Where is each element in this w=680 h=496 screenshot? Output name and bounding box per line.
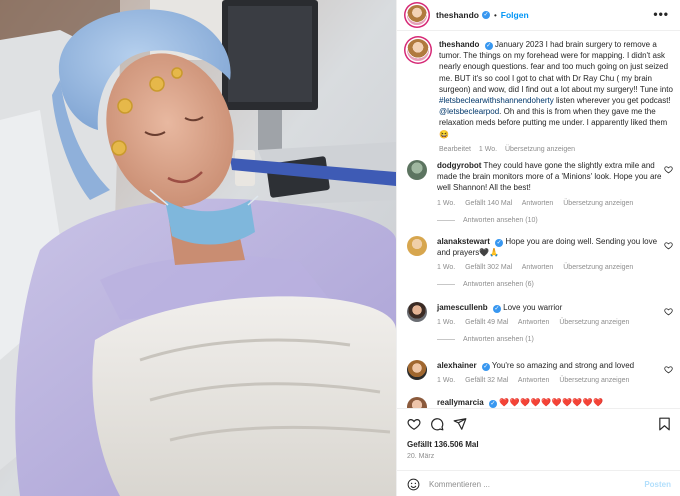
caption-mention-link[interactable]: @letsbeclearpod xyxy=(439,107,499,116)
commenter-avatar[interactable] xyxy=(407,302,427,322)
comment-reply-button[interactable]: Antworten xyxy=(522,200,554,207)
commenter-avatar[interactable] xyxy=(407,236,427,256)
view-replies-button[interactable]: Antworten ansehen (1) xyxy=(437,336,665,343)
commenter-avatar[interactable] xyxy=(407,160,427,180)
post-photo[interactable] xyxy=(0,0,396,496)
comment-text: jamescullenb ✓ Love you warrior xyxy=(437,302,665,313)
comment-body: Love you warrior xyxy=(503,303,563,312)
commenter-username[interactable]: alexhainer xyxy=(437,361,477,370)
comment-reply-button[interactable]: Antworten xyxy=(522,264,554,271)
comment-meta: 1 Wo. Gefällt 302 Mal Antworten Übersetz… xyxy=(437,264,665,271)
verified-badge-icon: ✓ xyxy=(484,42,493,50)
caption-username[interactable]: theshando xyxy=(439,40,479,49)
like-heart-icon[interactable] xyxy=(407,417,421,431)
comment-bubble-icon[interactable] xyxy=(430,417,444,431)
verified-badge-icon: ✓ xyxy=(481,363,490,371)
verified-badge-icon: ✓ xyxy=(481,11,490,19)
commenter-username[interactable]: jamescullenb xyxy=(437,303,488,312)
comment-translate-link[interactable]: Übersetzung anzeigen xyxy=(559,319,629,326)
comment-text: dodgyrobot They could have gone the slig… xyxy=(437,160,665,194)
commenter-username[interactable]: alanakstewart xyxy=(437,237,490,246)
comment-meta: 1 Wo. Gefällt 32 Mal Antworten Übersetzu… xyxy=(437,377,665,384)
caption-text: theshando ✓ January 2023 I had brain sur… xyxy=(439,39,673,140)
replies-line xyxy=(437,284,455,286)
verified-badge-icon: ✓ xyxy=(488,400,497,408)
commenter-username[interactable]: reallymarcia xyxy=(437,398,484,407)
action-icons xyxy=(407,417,467,431)
post-header: theshando ✓ • Folgen ••• xyxy=(397,0,680,31)
comment-likes[interactable]: Gefällt 302 Mal xyxy=(465,264,512,271)
comment-reply-button[interactable]: Antworten xyxy=(518,319,550,326)
comment-item: alexhainer ✓ You're so amazing and stron… xyxy=(407,360,677,384)
comment-age[interactable]: 1 Wo. xyxy=(437,377,455,384)
post-comment-button[interactable]: Posten xyxy=(644,480,671,489)
post-likes-count[interactable]: Gefällt 136.506 Mal xyxy=(407,440,479,449)
comment-text: alanakstewart ✓ Hope you are doing well.… xyxy=(437,236,665,258)
instagram-post-modal: theshando ✓ • Folgen ••• theshando ✓ Jan… xyxy=(0,0,680,496)
comment-translate-link[interactable]: Übersetzung anzeigen xyxy=(559,377,629,384)
replies-line xyxy=(437,219,455,221)
comment-translate-link[interactable]: Übersetzung anzeigen xyxy=(563,200,633,207)
comment-body: ❤️❤️❤️❤️❤️❤️❤️❤️❤️❤️ xyxy=(499,398,604,407)
caption-hashtag-link[interactable]: #letsbeclearwithshannendoherty xyxy=(439,96,554,105)
post-date[interactable]: 20. März xyxy=(407,453,434,460)
comment-age[interactable]: 1 Wo. xyxy=(437,200,455,207)
verified-badge-icon: ✓ xyxy=(495,239,504,247)
comment-text: alexhainer ✓ You're so amazing and stron… xyxy=(437,360,665,371)
view-replies-button[interactable]: Antworten ansehen (10) xyxy=(437,217,665,224)
comment-translate-link[interactable]: Übersetzung anzeigen xyxy=(563,264,633,271)
comment-likes[interactable]: Gefällt 140 Mal xyxy=(465,200,512,207)
author-avatar[interactable] xyxy=(407,5,427,25)
comment-item: reallymarcia ✓ ❤️❤️❤️❤️❤️❤️❤️❤️❤️❤️ xyxy=(407,397,677,408)
caption-meta: Bearbeitet 1 Wo. Übersetzung anzeigen xyxy=(439,146,673,153)
author-username[interactable]: theshando xyxy=(436,10,479,20)
comment-item: jamescullenb ✓ Love you warrior 1 Wo. Ge… xyxy=(407,302,677,343)
verified-badge-icon: ✓ xyxy=(492,305,501,313)
edited-label: Bearbeitet xyxy=(439,145,471,153)
follow-button[interactable]: Folgen xyxy=(501,10,529,20)
add-comment-bar: Posten xyxy=(397,470,680,496)
save-bookmark-icon[interactable] xyxy=(658,417,671,431)
replies-line xyxy=(437,339,455,341)
like-comment-heart-icon[interactable] xyxy=(664,307,673,316)
view-replies-label: Antworten ansehen (6) xyxy=(463,281,534,289)
comment-input[interactable] xyxy=(429,479,645,489)
translate-link[interactable]: Übersetzung anzeigen xyxy=(505,146,575,153)
commenter-username[interactable]: dodgyrobot xyxy=(437,161,481,170)
post-caption: theshando ✓ January 2023 I had brain sur… xyxy=(407,39,673,153)
comment-likes[interactable]: Gefällt 32 Mal xyxy=(465,377,508,384)
comments-scroll-area[interactable]: theshando ✓ January 2023 I had brain sur… xyxy=(397,31,680,408)
like-comment-heart-icon[interactable] xyxy=(664,365,673,374)
commenter-avatar[interactable] xyxy=(407,397,427,408)
comment-likes[interactable]: Gefällt 49 Mal xyxy=(465,319,508,326)
comment-age[interactable]: 1 Wo. xyxy=(437,264,455,271)
view-replies-label: Antworten ansehen (10) xyxy=(463,216,538,224)
separator-dot: • xyxy=(493,10,497,20)
view-replies-label: Antworten ansehen (1) xyxy=(463,336,534,344)
post-side-panel: theshando ✓ • Folgen ••• theshando ✓ Jan… xyxy=(396,0,680,496)
comment-body: You're so amazing and strong and loved xyxy=(491,361,635,370)
comment-age[interactable]: 1 Wo. xyxy=(437,319,455,326)
share-paper-plane-icon[interactable] xyxy=(453,417,467,431)
comment-text: reallymarcia ✓ ❤️❤️❤️❤️❤️❤️❤️❤️❤️❤️ xyxy=(437,397,665,408)
caption-age[interactable]: 1 Wo. xyxy=(479,146,497,153)
caption-body-mid: listen wherever you get podcast! xyxy=(553,96,671,106)
emoji-icon[interactable] xyxy=(407,478,420,491)
like-comment-heart-icon[interactable] xyxy=(664,241,673,250)
comment-reply-button[interactable]: Antworten xyxy=(518,377,550,384)
commenter-avatar[interactable] xyxy=(407,360,427,380)
comment-meta: 1 Wo. Gefällt 140 Mal Antworten Übersetz… xyxy=(437,200,665,207)
post-actions: Gefällt 136.506 Mal 20. März Posten xyxy=(397,408,680,496)
caption-avatar[interactable] xyxy=(407,39,429,61)
comment-item: dodgyrobot They could have gone the slig… xyxy=(407,160,677,224)
comment-item: alanakstewart ✓ Hope you are doing well.… xyxy=(407,236,677,288)
like-comment-heart-icon[interactable] xyxy=(664,165,673,174)
comment-meta: 1 Wo. Gefällt 49 Mal Antworten Übersetzu… xyxy=(437,319,665,326)
more-options-icon[interactable]: ••• xyxy=(653,8,669,20)
view-replies-button[interactable]: Antworten ansehen (6) xyxy=(437,281,665,288)
